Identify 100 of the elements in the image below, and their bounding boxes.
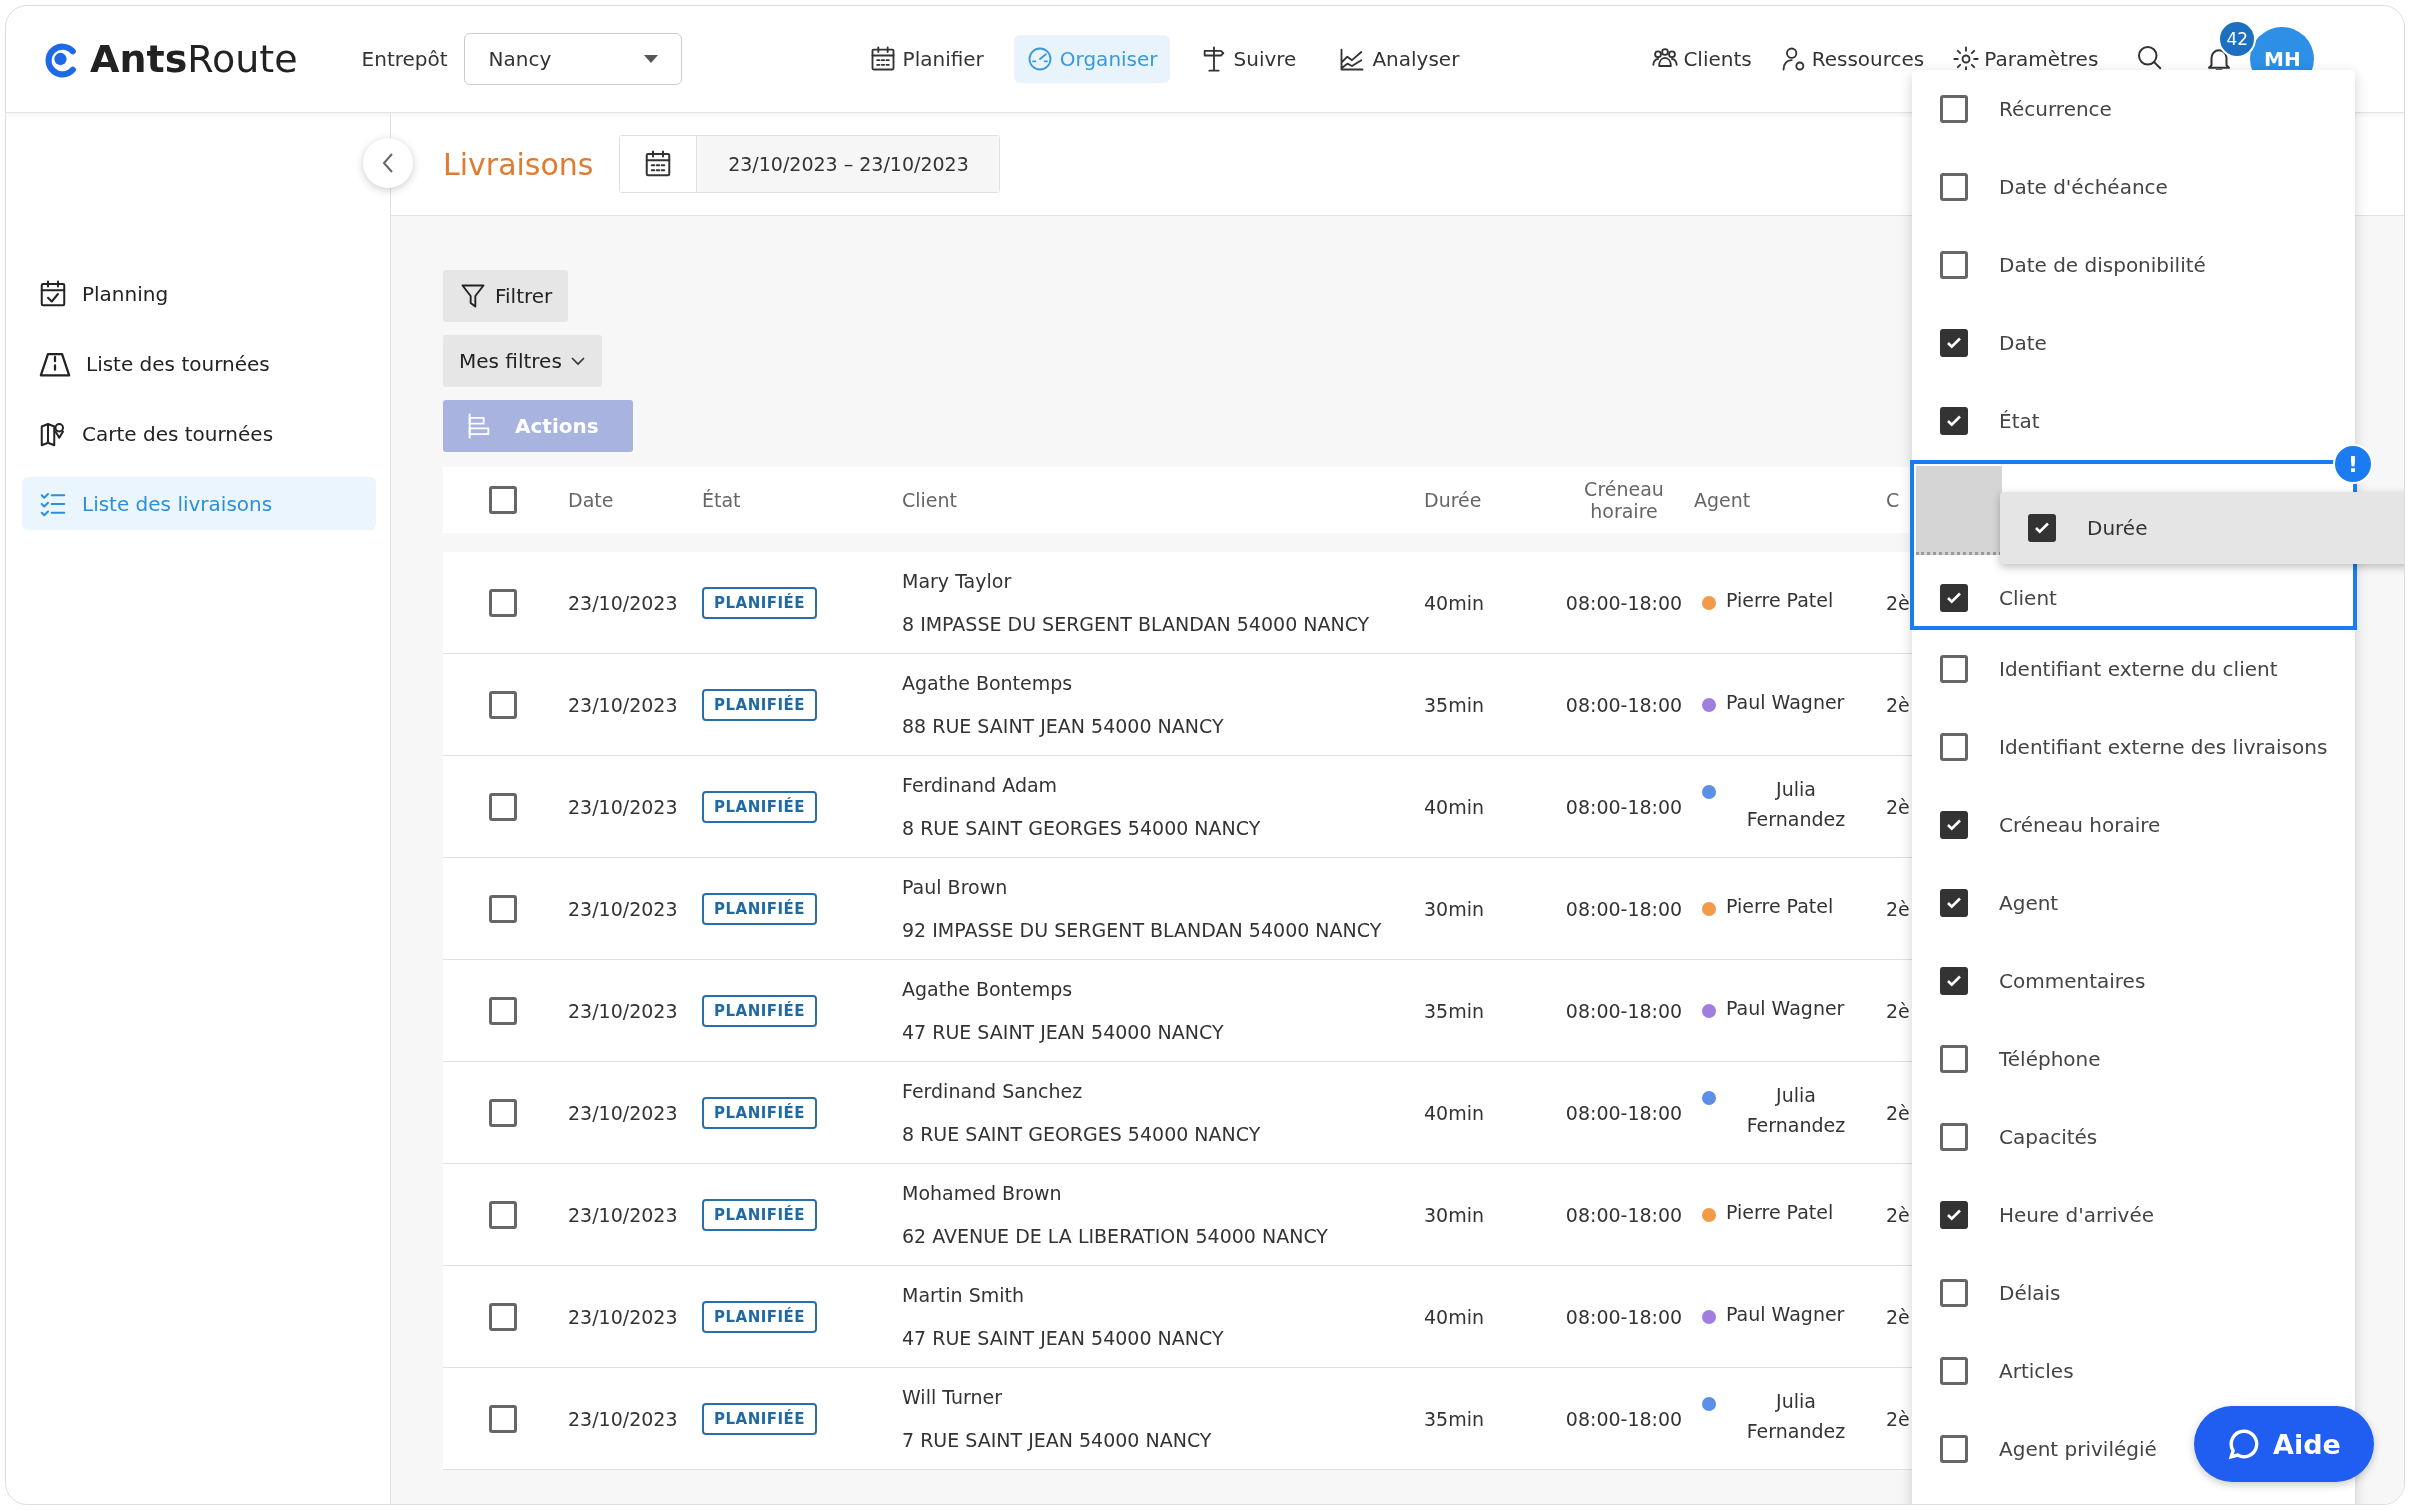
status-badge: PLANIFIÉE bbox=[702, 790, 818, 823]
agent-name: Paul Wagner bbox=[1726, 1301, 1845, 1327]
table-cell-text: 08:00-18:00 bbox=[1564, 897, 1684, 920]
nav-tab[interactable]: Planifier bbox=[856, 35, 996, 83]
checkbox[interactable] bbox=[1940, 1201, 1968, 1229]
checkbox[interactable] bbox=[1940, 173, 1968, 201]
nav-tab[interactable]: Suivre bbox=[1187, 35, 1309, 83]
checkbox[interactable] bbox=[489, 1404, 517, 1433]
client-name: Agathe Bontemps bbox=[902, 671, 1074, 696]
sidebar-item[interactable]: Planning bbox=[22, 267, 376, 320]
menu-item-label[interactable]: Articles bbox=[1999, 1359, 2074, 1383]
checkbox[interactable] bbox=[1940, 407, 1968, 435]
agent-name: Julia Fernandez bbox=[1745, 1388, 1847, 1444]
checkbox[interactable] bbox=[1940, 1279, 1968, 1307]
checkbox[interactable] bbox=[489, 588, 517, 617]
client-name: Agathe Bontemps bbox=[902, 977, 1074, 1002]
filter-icon bbox=[459, 282, 487, 310]
page-title: Livraisons bbox=[443, 146, 594, 182]
table-cell-text: 2è bbox=[1886, 897, 1911, 920]
menu-item-label[interactable]: État bbox=[1999, 409, 2040, 433]
checkbox[interactable] bbox=[1940, 1123, 1968, 1151]
checkbox[interactable] bbox=[1940, 329, 1968, 357]
menu-item-label[interactable]: Récurrence bbox=[1999, 97, 2112, 121]
checkbox[interactable] bbox=[489, 1098, 517, 1127]
agent-name: Julia Fernandez bbox=[1745, 1082, 1847, 1138]
client-name: Mohamed Brown bbox=[902, 1181, 1063, 1206]
menu-item-label[interactable]: Heure d'arrivée bbox=[1999, 1203, 2154, 1227]
checkbox[interactable] bbox=[1940, 733, 1968, 761]
menu-item-label[interactable]: Date de disponibilité bbox=[1999, 253, 2206, 277]
client-address: 88 RUE SAINT JEAN 54000 NANCY bbox=[902, 714, 1225, 739]
table-cell-text: 2è bbox=[1886, 1203, 1911, 1226]
warehouse-select[interactable]: Nancy bbox=[463, 33, 682, 85]
client-address: 8 RUE SAINT GEORGES 54000 NANCY bbox=[902, 816, 1262, 841]
table-cell-text: 08:00-18:00 bbox=[1564, 795, 1684, 818]
table-cell-text: 40min bbox=[1424, 591, 1485, 614]
menu-item-label[interactable]: Client bbox=[1999, 586, 2057, 610]
checkbox[interactable] bbox=[1940, 251, 1968, 279]
sidebar-item[interactable]: Liste des tournées bbox=[22, 337, 376, 390]
column-header[interactable]: Durée bbox=[1424, 489, 1554, 511]
client-name: Ferdinand Sanchez bbox=[902, 1079, 1084, 1104]
checkbox[interactable] bbox=[1940, 811, 1968, 839]
checkbox[interactable] bbox=[489, 1200, 517, 1229]
sidebar-item[interactable]: Carte des tournées bbox=[22, 407, 376, 460]
checkbox[interactable] bbox=[1940, 655, 1968, 683]
checkbox[interactable] bbox=[489, 486, 517, 514]
filter-button[interactable]: Filtrer bbox=[443, 270, 569, 322]
help-button[interactable]: Aide bbox=[2194, 1406, 2374, 1482]
menu-item-label[interactable]: Téléphone bbox=[1999, 1047, 2101, 1071]
menu-item-label[interactable]: Créneau horaire bbox=[1999, 813, 2161, 837]
menu-item-label[interactable]: Date bbox=[1999, 331, 2047, 355]
checkbox[interactable] bbox=[1940, 584, 1968, 612]
menu-item-label[interactable]: Identifiant externe du client bbox=[1999, 657, 2278, 681]
agent-name: Paul Wagner bbox=[1726, 689, 1845, 715]
table-cell-text: 35min bbox=[1424, 999, 1485, 1022]
checkbox[interactable] bbox=[489, 792, 517, 821]
menu-item-label[interactable]: Date d'échéance bbox=[1999, 175, 2168, 199]
table-cell-text: 40min bbox=[1424, 1101, 1485, 1124]
nav-link[interactable]: Clients bbox=[1651, 45, 1752, 73]
table-cell-text: 08:00-18:00 bbox=[1564, 693, 1684, 716]
dragged-menu-item[interactable]: Durée bbox=[2000, 492, 2404, 564]
checkbox[interactable] bbox=[489, 1302, 517, 1331]
column-header[interactable]: Créneau horaire bbox=[1554, 478, 1694, 522]
chevron-down-icon bbox=[569, 356, 586, 366]
menu-item-label[interactable]: Délais bbox=[1999, 1281, 2061, 1305]
logo-text: AntsRoute bbox=[90, 37, 298, 81]
menu-item-label[interactable]: Agent privilégié bbox=[1999, 1437, 2157, 1461]
menu-item-label[interactable]: Commentaires bbox=[1999, 969, 2146, 993]
menu-item-label[interactable]: Identifiant externe des livraisons bbox=[1999, 735, 2328, 759]
column-header[interactable]: Agent bbox=[1694, 489, 1886, 511]
checkbox[interactable] bbox=[1940, 1435, 1968, 1463]
table-cell-text: 2è bbox=[1886, 591, 1911, 614]
client-address: 7 RUE SAINT JEAN 54000 NANCY bbox=[902, 1428, 1213, 1453]
menu-item-label[interactable]: Agent bbox=[1999, 891, 2059, 915]
my-filters-button[interactable]: Mes filtres bbox=[443, 335, 602, 387]
checkbox[interactable] bbox=[489, 690, 517, 719]
nav-tab[interactable]: Analyser bbox=[1326, 35, 1472, 83]
table-cell-text: 23/10/2023 bbox=[568, 1407, 679, 1430]
table-cell-text: 2è bbox=[1886, 999, 1911, 1022]
checkbox[interactable] bbox=[1940, 967, 1968, 995]
status-badge: PLANIFIÉE bbox=[702, 1402, 818, 1435]
client-address: 47 RUE SAINT JEAN 54000 NANCY bbox=[902, 1326, 1225, 1351]
notification-badge: 42 bbox=[2218, 20, 2257, 58]
table-cell-text: 08:00-18:00 bbox=[1564, 591, 1684, 614]
checkbox[interactable] bbox=[1940, 95, 1968, 123]
checkbox[interactable] bbox=[489, 894, 517, 923]
checkbox[interactable] bbox=[489, 996, 517, 1025]
checkbox[interactable] bbox=[1940, 1045, 1968, 1073]
column-header[interactable]: C bbox=[1886, 489, 1918, 511]
checkbox[interactable] bbox=[2028, 514, 2056, 542]
table-cell-text: 2è bbox=[1886, 1305, 1911, 1328]
nav-link[interactable]: Ressources bbox=[1779, 45, 1925, 73]
table-cell-text: 23/10/2023 bbox=[568, 693, 679, 716]
column-header[interactable]: Client bbox=[902, 489, 1424, 511]
checkbox[interactable] bbox=[1940, 1357, 1968, 1385]
chevron-left-icon bbox=[380, 151, 396, 175]
nav-link[interactable]: Paramètres bbox=[1952, 45, 2099, 73]
column-header[interactable]: État bbox=[702, 489, 902, 511]
menu-item-label[interactable]: Capacités bbox=[1999, 1125, 2098, 1149]
checkbox[interactable] bbox=[1940, 889, 1968, 917]
column-header[interactable]: Date bbox=[568, 489, 702, 511]
